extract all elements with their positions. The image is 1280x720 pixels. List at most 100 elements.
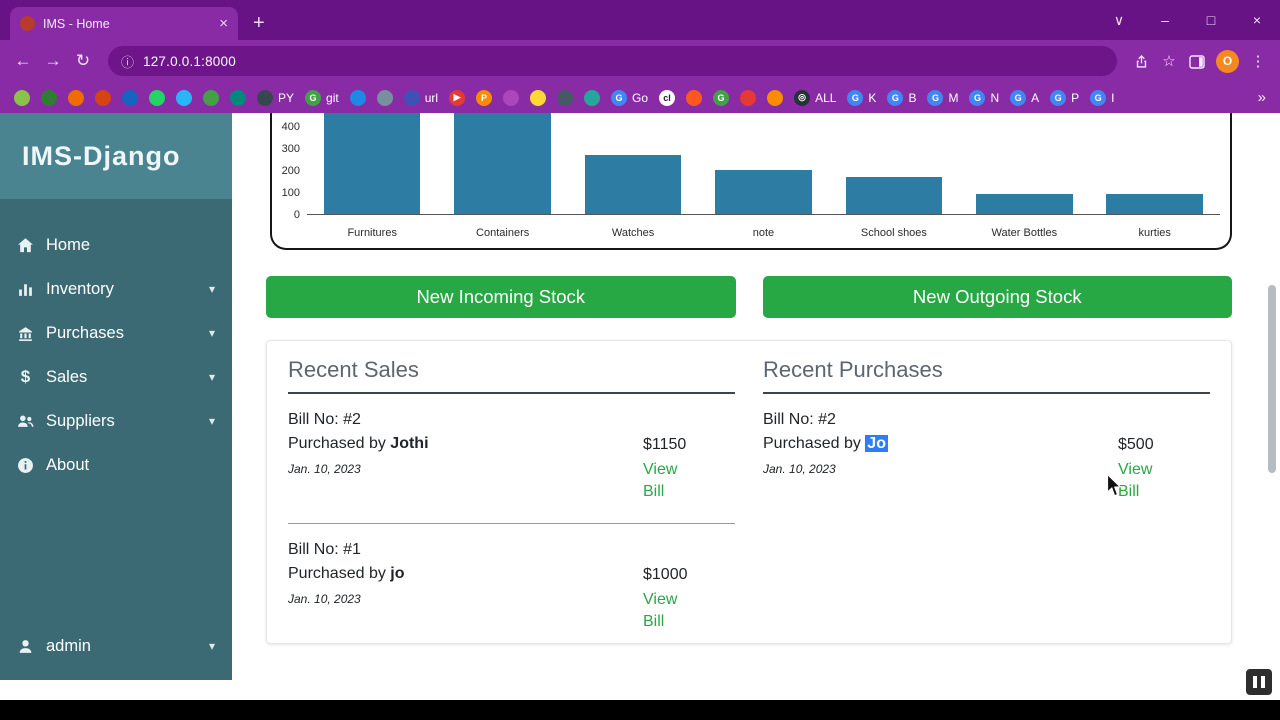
view-bill-link[interactable]: View Bill (1118, 459, 1164, 503)
purchased-by: Purchased by Jo (763, 435, 888, 453)
bookmark-item[interactable]: ◎ ALL (794, 89, 836, 106)
bookmark-favicon-icon (530, 89, 547, 106)
bookmark-item[interactable]: GM (927, 89, 958, 106)
sidebar-item-home[interactable]: Home (0, 223, 232, 267)
sidebar-item-label: About (46, 455, 90, 474)
recent-purchases-panel: Recent Purchases Bill No: #2 Purchased b… (763, 357, 1210, 627)
bookmark-item[interactable] (503, 89, 520, 106)
bookmark-item[interactable]: GB (887, 89, 916, 106)
new-incoming-stock-button[interactable]: New Incoming Stock (266, 276, 736, 318)
maximize-icon[interactable]: □ (1188, 12, 1234, 28)
users-icon (18, 415, 34, 427)
pause-button[interactable] (1246, 669, 1272, 695)
bank-icon (19, 326, 32, 341)
bookmark-item[interactable]: G Go (611, 89, 648, 106)
bookmark-label: git (326, 90, 339, 105)
bookmark-item[interactable] (230, 89, 246, 106)
menu-dots-icon[interactable]: ⋮ (1244, 52, 1272, 70)
bookmark-item[interactable]: G (713, 89, 730, 106)
bookmark-item[interactable] (176, 89, 192, 106)
bookmark-item[interactable]: ▶ (449, 89, 466, 106)
bookmark-item[interactable]: P (476, 89, 493, 106)
minimize-icon[interactable]: – (1142, 12, 1188, 28)
bookmark-favicon-icon (149, 89, 165, 106)
recent-sales-title: Recent Sales (288, 357, 419, 382)
sidebar-item-purchases[interactable]: Purchases ▾ (0, 311, 232, 355)
recent-activity-card: Recent Sales Bill No: #2 Purchased by Jo… (266, 340, 1232, 644)
chart-box: Furnitures Containers Watches note School sh… (270, 113, 1232, 250)
share-icon[interactable] (1127, 53, 1155, 70)
sidebar-item-suppliers[interactable]: Suppliers ▾ (0, 399, 232, 443)
chart-bar (584, 154, 682, 214)
forward-icon[interactable]: → (38, 46, 68, 76)
new-tab-button[interactable]: + (253, 13, 265, 33)
profile-avatar[interactable]: O (1216, 49, 1239, 73)
app-sidebar: IMS-Django Home Inventory ▾ Purchases ▾ … (0, 113, 232, 680)
bookmark-item[interactable] (14, 89, 30, 106)
bookmark-item[interactable]: Ggit (305, 89, 339, 106)
sidebar-item-admin[interactable]: admin ▾ (0, 624, 232, 668)
bookmark-item[interactable]: cl (659, 89, 676, 106)
tab-search-chevron-icon[interactable]: ∨ (1096, 12, 1142, 29)
purchase-amount: $500 (1118, 436, 1154, 453)
bookmark-item[interactable] (349, 89, 366, 106)
bookmark-item[interactable] (584, 89, 601, 106)
site-info-icon[interactable]: ⓘ (121, 52, 134, 71)
amount-cell: $1000 View Bill (643, 541, 735, 633)
view-bill-link[interactable]: View Bill (643, 459, 689, 503)
bookmark-item[interactable] (376, 89, 393, 106)
url-text: 127.0.0.1:8000 (143, 53, 236, 69)
sidebar-item-inventory[interactable]: Inventory ▾ (0, 267, 232, 311)
tab-strip: IMS - Home × + ∨ – □ × (0, 0, 1280, 40)
close-icon[interactable]: × (1234, 12, 1280, 28)
bookmark-item[interactable]: PY (257, 89, 294, 106)
address-bar[interactable]: ⓘ 127.0.0.1:8000 (108, 46, 1117, 76)
bookmark-item[interactable]: GI (1090, 89, 1115, 106)
bookmark-favicon-icon: G (847, 89, 864, 106)
bookmark-item[interactable] (41, 89, 57, 106)
view-bill-link[interactable]: View Bill (643, 589, 689, 633)
bookmark-favicon-icon: ▶ (449, 89, 466, 106)
sidebar-item-about[interactable]: About (0, 443, 232, 487)
chart-category-label: Watches (611, 227, 655, 239)
bookmark-favicon-icon (14, 89, 30, 106)
back-icon[interactable]: ← (8, 46, 38, 76)
side-panel-icon[interactable] (1183, 53, 1211, 70)
bookmark-item[interactable] (557, 89, 574, 106)
bookmarks-overflow-icon[interactable]: » (1258, 89, 1266, 106)
bookmark-item[interactable] (149, 89, 165, 106)
reload-icon[interactable]: ↻ (68, 46, 98, 76)
sale-info: Bill No: #1 Purchased by jo Jan. 10, 202… (288, 541, 405, 633)
bookmark-item[interactable] (68, 89, 84, 106)
main-content: Furnitures Containers Watches note School sh… (232, 113, 1280, 680)
bookmark-item[interactable] (767, 89, 784, 106)
bookmark-item[interactable]: url (403, 89, 438, 106)
mouse-cursor (1106, 473, 1124, 504)
scrollbar-thumb[interactable] (1268, 285, 1276, 473)
bookmarks-list: PY Ggit url ▶ P G Go cl G ◎ ALL G K G B G M G N G A G P G I (14, 89, 1250, 106)
bookmark-star-icon[interactable]: ☆ (1155, 52, 1183, 70)
purchased-by: Purchased by jo (288, 565, 405, 583)
home-icon (18, 237, 33, 252)
bookmark-item[interactable]: GK (847, 89, 876, 106)
bookmark-item[interactable] (203, 89, 219, 106)
bookmark-favicon-icon: G (713, 89, 730, 106)
chart-ytick-label: 100 (281, 187, 300, 199)
tab-close-icon[interactable]: × (219, 16, 228, 31)
info-circle-icon (18, 457, 33, 473)
bookmark-item[interactable] (740, 89, 757, 106)
bookmark-item[interactable] (686, 89, 703, 106)
new-outgoing-stock-button[interactable]: New Outgoing Stock (762, 276, 1232, 318)
sidebar-item-sales[interactable]: $ Sales ▾ (0, 355, 232, 399)
bookmark-favicon-icon: G (305, 89, 322, 106)
bookmark-item[interactable] (95, 89, 111, 106)
bookmark-item[interactable]: GP (1050, 89, 1079, 106)
bookmark-item[interactable]: GA (1010, 89, 1039, 106)
sidebar-item-label: Purchases (46, 323, 124, 342)
bookmark-favicon-icon (203, 89, 219, 106)
bookmark-item[interactable]: GN (969, 89, 999, 106)
row-separator (288, 523, 735, 524)
bookmark-item[interactable] (122, 89, 138, 106)
bookmark-item[interactable] (530, 89, 547, 106)
browser-tab[interactable]: IMS - Home × (10, 7, 238, 40)
